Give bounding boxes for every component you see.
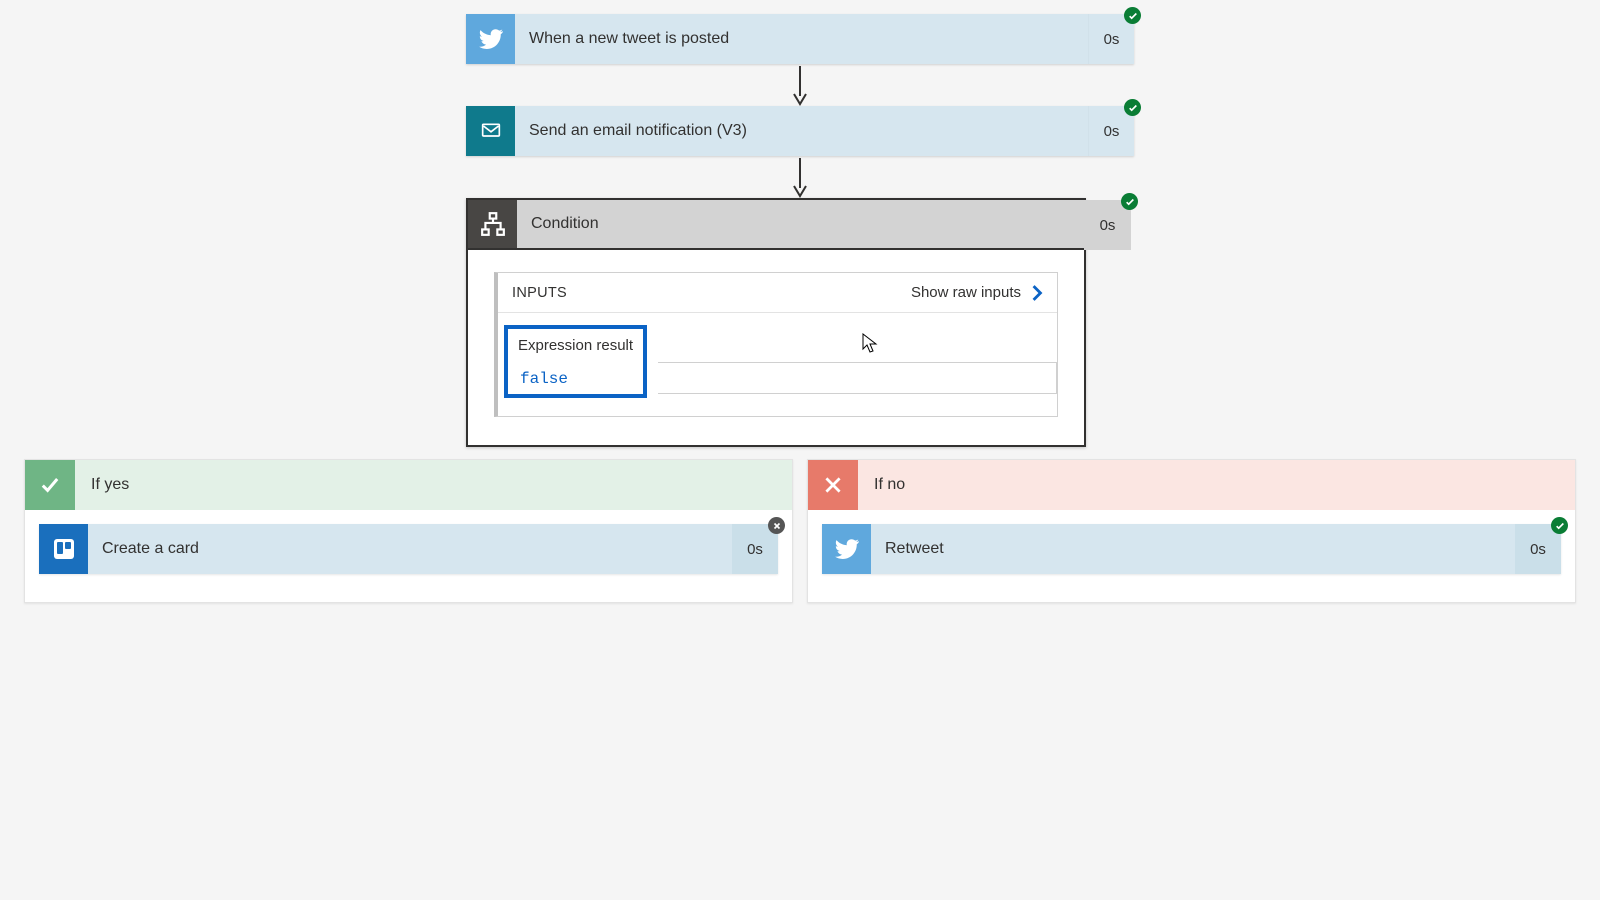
- checkmark-icon: [25, 460, 75, 510]
- twitter-icon: [466, 14, 515, 64]
- email-icon: [466, 106, 515, 156]
- inputs-panel: INPUTS Show raw inputs Expression result: [494, 272, 1058, 417]
- trello-icon: [39, 524, 88, 574]
- expression-result-label: Expression result: [518, 337, 633, 364]
- show-raw-inputs-button[interactable]: Show raw inputs: [911, 284, 1043, 301]
- branch-label: If yes: [75, 476, 792, 494]
- branch-if-no[interactable]: If no Retweet 0s: [807, 459, 1576, 603]
- flow-step-email[interactable]: Send an email notification (V3) 0s: [466, 106, 1134, 156]
- step-label: Create a card: [88, 524, 732, 574]
- inputs-title: INPUTS: [512, 285, 567, 301]
- condition-icon: [468, 200, 517, 248]
- step-label: When a new tweet is posted: [515, 14, 1088, 64]
- flow-step-create-card[interactable]: Create a card 0s: [39, 524, 778, 574]
- status-badge-success: [1121, 193, 1138, 210]
- step-label: Condition: [517, 200, 1084, 248]
- flow-step-condition[interactable]: Condition 0s INPUTS Show raw inputs: [466, 198, 1086, 447]
- step-label: Retweet: [871, 524, 1515, 574]
- expression-result-value: false: [518, 364, 576, 394]
- expression-value-field: [658, 362, 1057, 394]
- show-raw-label: Show raw inputs: [911, 284, 1021, 301]
- flow-arrow: [466, 64, 1134, 106]
- flow-arrow: [466, 156, 1134, 198]
- status-badge-success: [1124, 7, 1141, 24]
- step-label: Send an email notification (V3): [515, 106, 1088, 156]
- chevron-right-icon: [1031, 285, 1043, 301]
- flow-step-retweet[interactable]: Retweet 0s: [822, 524, 1561, 574]
- flow-canvas: When a new tweet is posted 0s Send an em…: [0, 0, 1600, 603]
- branch-label: If no: [858, 476, 1575, 494]
- cross-icon: [808, 460, 858, 510]
- status-badge-success: [1551, 517, 1568, 534]
- status-badge-skipped: [768, 517, 785, 534]
- branch-if-yes[interactable]: If yes Create a card 0s: [24, 459, 793, 603]
- status-badge-success: [1124, 99, 1141, 116]
- flow-step-twitter-trigger[interactable]: When a new tweet is posted 0s: [466, 14, 1134, 64]
- expression-result-highlight: Expression result false: [504, 325, 647, 398]
- twitter-icon: [822, 524, 871, 574]
